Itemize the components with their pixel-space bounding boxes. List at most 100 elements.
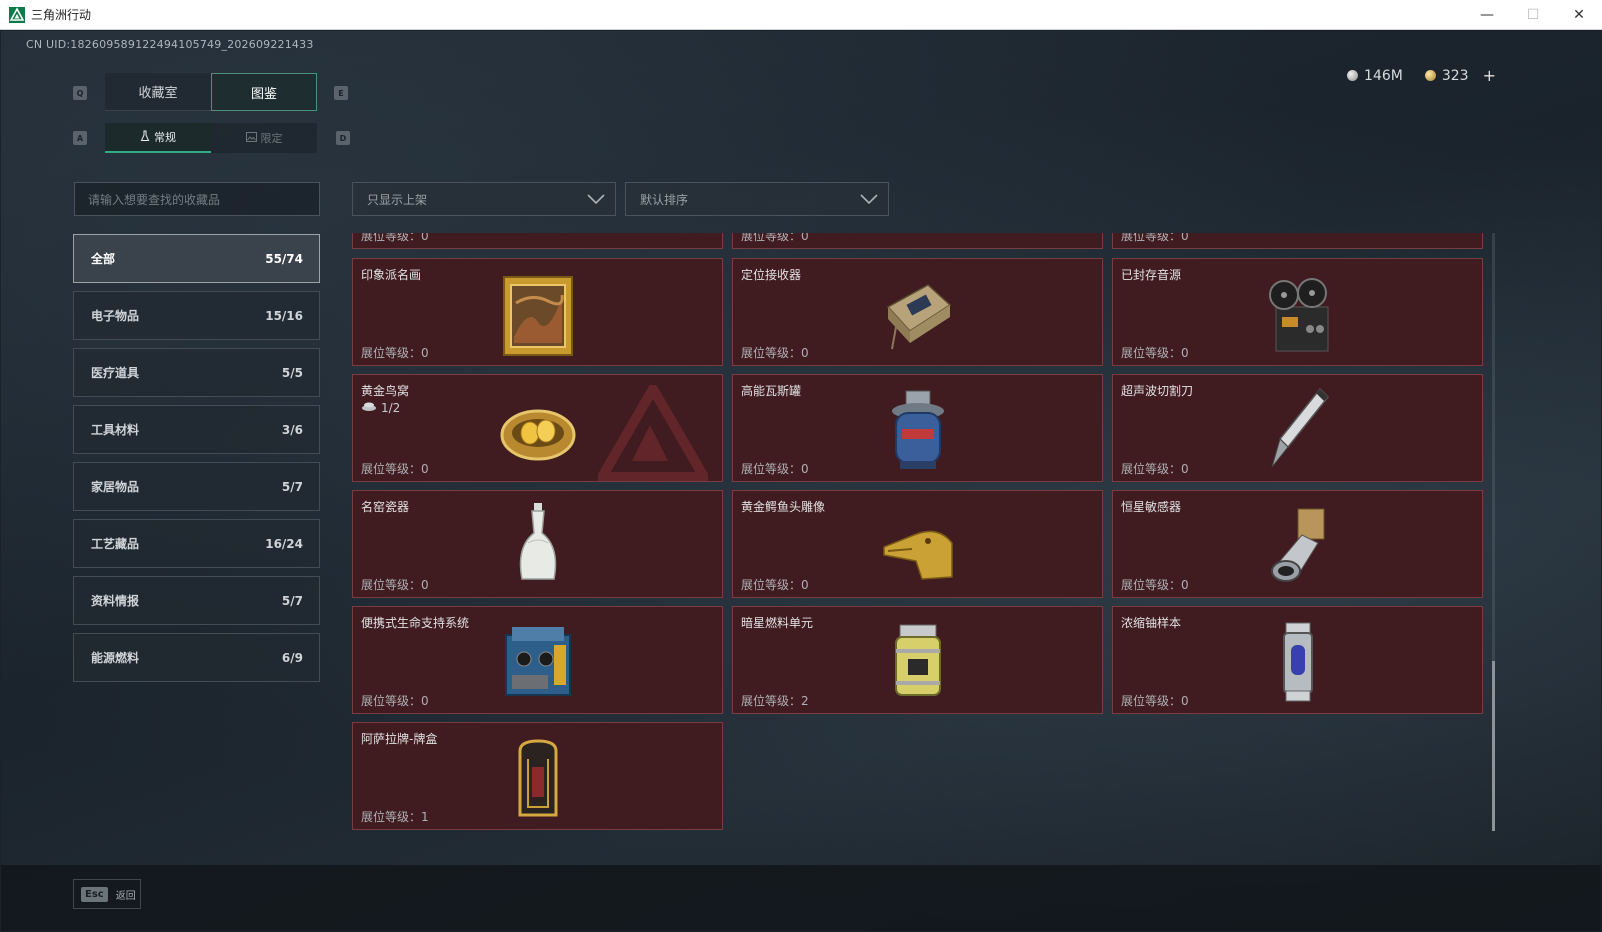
back-button[interactable]: Esc 返回: [73, 879, 141, 909]
collection-card[interactable]: 展位等级：0: [352, 233, 723, 249]
card-name: 超声波切割刀: [1121, 384, 1194, 398]
sort-dropdown[interactable]: 默认排序: [625, 182, 889, 216]
tab-regular-label: 常规: [154, 131, 176, 144]
card-name: 高能瓦斯罐: [741, 384, 802, 398]
category-electronics[interactable]: 电子物品 15/16: [73, 291, 320, 340]
chevron-down-icon: [587, 192, 605, 209]
category-label: 资料情报: [91, 594, 140, 608]
collection-card[interactable]: 已封存音源 展位等级：0: [1112, 258, 1483, 366]
category-label: 能源燃料: [91, 651, 140, 665]
grid-scrollbar[interactable]: [1492, 233, 1495, 831]
card-level: 展位等级：1: [361, 810, 429, 824]
category-label: 工艺藏品: [91, 537, 140, 551]
money-value: 146M: [1364, 67, 1403, 84]
add-currency-button[interactable]: +: [1483, 66, 1496, 85]
collection-card[interactable]: 超声波切割刀 展位等级：0: [1112, 374, 1483, 482]
shelf-filter-dropdown[interactable]: 只显示上架: [352, 182, 616, 216]
card-name: 黄金鳄鱼头雕像: [741, 500, 826, 514]
category-count: 3/6: [281, 422, 303, 437]
tab-limited[interactable]: 限定: [211, 123, 317, 153]
category-medical[interactable]: 医疗道具 5/5: [73, 348, 320, 397]
category-all[interactable]: 全部 55/74: [73, 234, 320, 283]
card-level: 展位等级：2: [741, 694, 809, 708]
collection-search-input[interactable]: 请输入想要查找的收藏品: [74, 182, 320, 216]
image-icon: [245, 131, 257, 145]
tab-limited-label: 限定: [260, 132, 283, 145]
collection-card[interactable]: 定位接收器 展位等级：0: [732, 258, 1103, 366]
tab-collection-room[interactable]: 收藏室: [105, 73, 211, 111]
a-key-hint: A: [73, 131, 87, 145]
category-intel[interactable]: 资料情报 5/7: [73, 576, 320, 625]
esc-key-hint: Esc: [81, 886, 108, 902]
close-button[interactable]: ✕: [1556, 0, 1602, 30]
collection-card[interactable]: 浓缩铀样本 展位等级：0: [1112, 606, 1483, 714]
collection-grid: 展位等级：0 展位等级：0 展位等级：0 印象派名画 展位等级：0 定位接收器: [352, 233, 1486, 831]
star-sensor-icon: [1258, 499, 1338, 591]
maximize-button[interactable]: ☐: [1510, 0, 1556, 30]
category-tools[interactable]: 工具材料 3/6: [73, 405, 320, 454]
category-label: 电子物品: [91, 309, 140, 323]
card-level: 展位等级：0: [741, 578, 809, 592]
category-count: 15/16: [265, 308, 303, 323]
collection-card[interactable]: 黄金鸟窝 1/2 展位等级：0: [352, 374, 723, 482]
card-name: 定位接收器: [741, 268, 802, 282]
minimize-button[interactable]: —: [1464, 0, 1510, 30]
collection-card[interactable]: 展位等级：0: [1112, 233, 1483, 249]
card-level: 展位等级：0: [1121, 233, 1189, 243]
game-viewport: CN UID:1826095891224941057​49_2026092214…: [1, 31, 1601, 931]
category-label: 工具材料: [91, 423, 140, 437]
fuel-cell-icon: [878, 615, 958, 707]
category-count: 55/74: [265, 251, 303, 266]
tab-catalog[interactable]: 图鉴: [211, 73, 317, 111]
card-level: 展位等级：0: [361, 346, 429, 360]
card-name: 黄金鸟窝: [361, 384, 410, 398]
delta-watermark-icon: [593, 379, 713, 485]
user-uid: CN UID:1826095891224941057​49_2026092214…: [26, 38, 314, 51]
card-level: 展位等级：0: [741, 346, 809, 360]
card-name: 印象派名画: [361, 268, 422, 282]
collection-card[interactable]: 名窑瓷器 展位等级：0: [352, 490, 723, 598]
card-progress: 1/2: [361, 400, 400, 415]
collection-card[interactable]: 高能瓦斯罐 展位等级：0: [732, 374, 1103, 482]
app-logo-icon: [9, 6, 25, 23]
life-support-icon: [498, 615, 578, 707]
scrollbar-thumb[interactable]: [1492, 661, 1495, 831]
golden-nest-icon: [498, 383, 578, 475]
category-count: 16/24: [265, 536, 303, 551]
gold-coin-icon: [1424, 70, 1436, 81]
collection-card[interactable]: 黄金鳄鱼头雕像 展位等级：0: [732, 490, 1103, 598]
painting-icon: [498, 267, 578, 359]
q-key-hint: Q: [73, 86, 87, 100]
tab-regular[interactable]: 常规: [105, 123, 211, 153]
category-count: 6/9: [281, 650, 303, 665]
window-title: 三角洲行动: [31, 8, 92, 22]
card-name: 暗星燃料单元: [741, 616, 814, 630]
bottom-bar: Esc 返回: [1, 865, 1601, 931]
card-level: 展位等级：0: [1121, 346, 1189, 360]
collection-card[interactable]: 暗星燃料单元 展位等级：2: [732, 606, 1103, 714]
shelf-filter-value: 只显示上架: [367, 192, 428, 207]
card-level: 展位等级：0: [361, 578, 429, 592]
category-household[interactable]: 家居物品 5/7: [73, 462, 320, 511]
back-label: 返回: [115, 890, 136, 902]
collection-card[interactable]: 恒星敏感器 展位等级：0: [1112, 490, 1483, 598]
chevron-down-icon: [860, 192, 878, 209]
card-level: 展位等级：0: [1121, 694, 1189, 708]
e-key-hint: E: [334, 86, 348, 100]
card-name: 便携式生命支持系统: [361, 616, 470, 630]
money-balance: 146M: [1347, 68, 1403, 84]
collection-card[interactable]: 便携式生命支持系统 展位等级：0: [352, 606, 723, 714]
currency-display: 146M 323 +: [1347, 66, 1496, 85]
card-name: 浓缩铀样本: [1121, 616, 1182, 630]
collection-card[interactable]: 展位等级：0: [732, 233, 1103, 249]
card-box-icon: [498, 731, 578, 823]
card-level: 展位等级：0: [361, 233, 429, 243]
category-energy[interactable]: 能源燃料 6/9: [73, 633, 320, 682]
collection-card[interactable]: 阿萨拉牌-牌盒 展位等级：1: [352, 722, 723, 830]
card-level: 展位等级：0: [1121, 578, 1189, 592]
collection-card[interactable]: 印象派名画 展位等级：0: [352, 258, 723, 366]
reel-recorder-icon: [1258, 267, 1338, 359]
category-label: 医疗道具: [91, 366, 140, 380]
category-label: 全部: [91, 252, 116, 266]
category-crafts[interactable]: 工艺藏品 16/24: [73, 519, 320, 568]
